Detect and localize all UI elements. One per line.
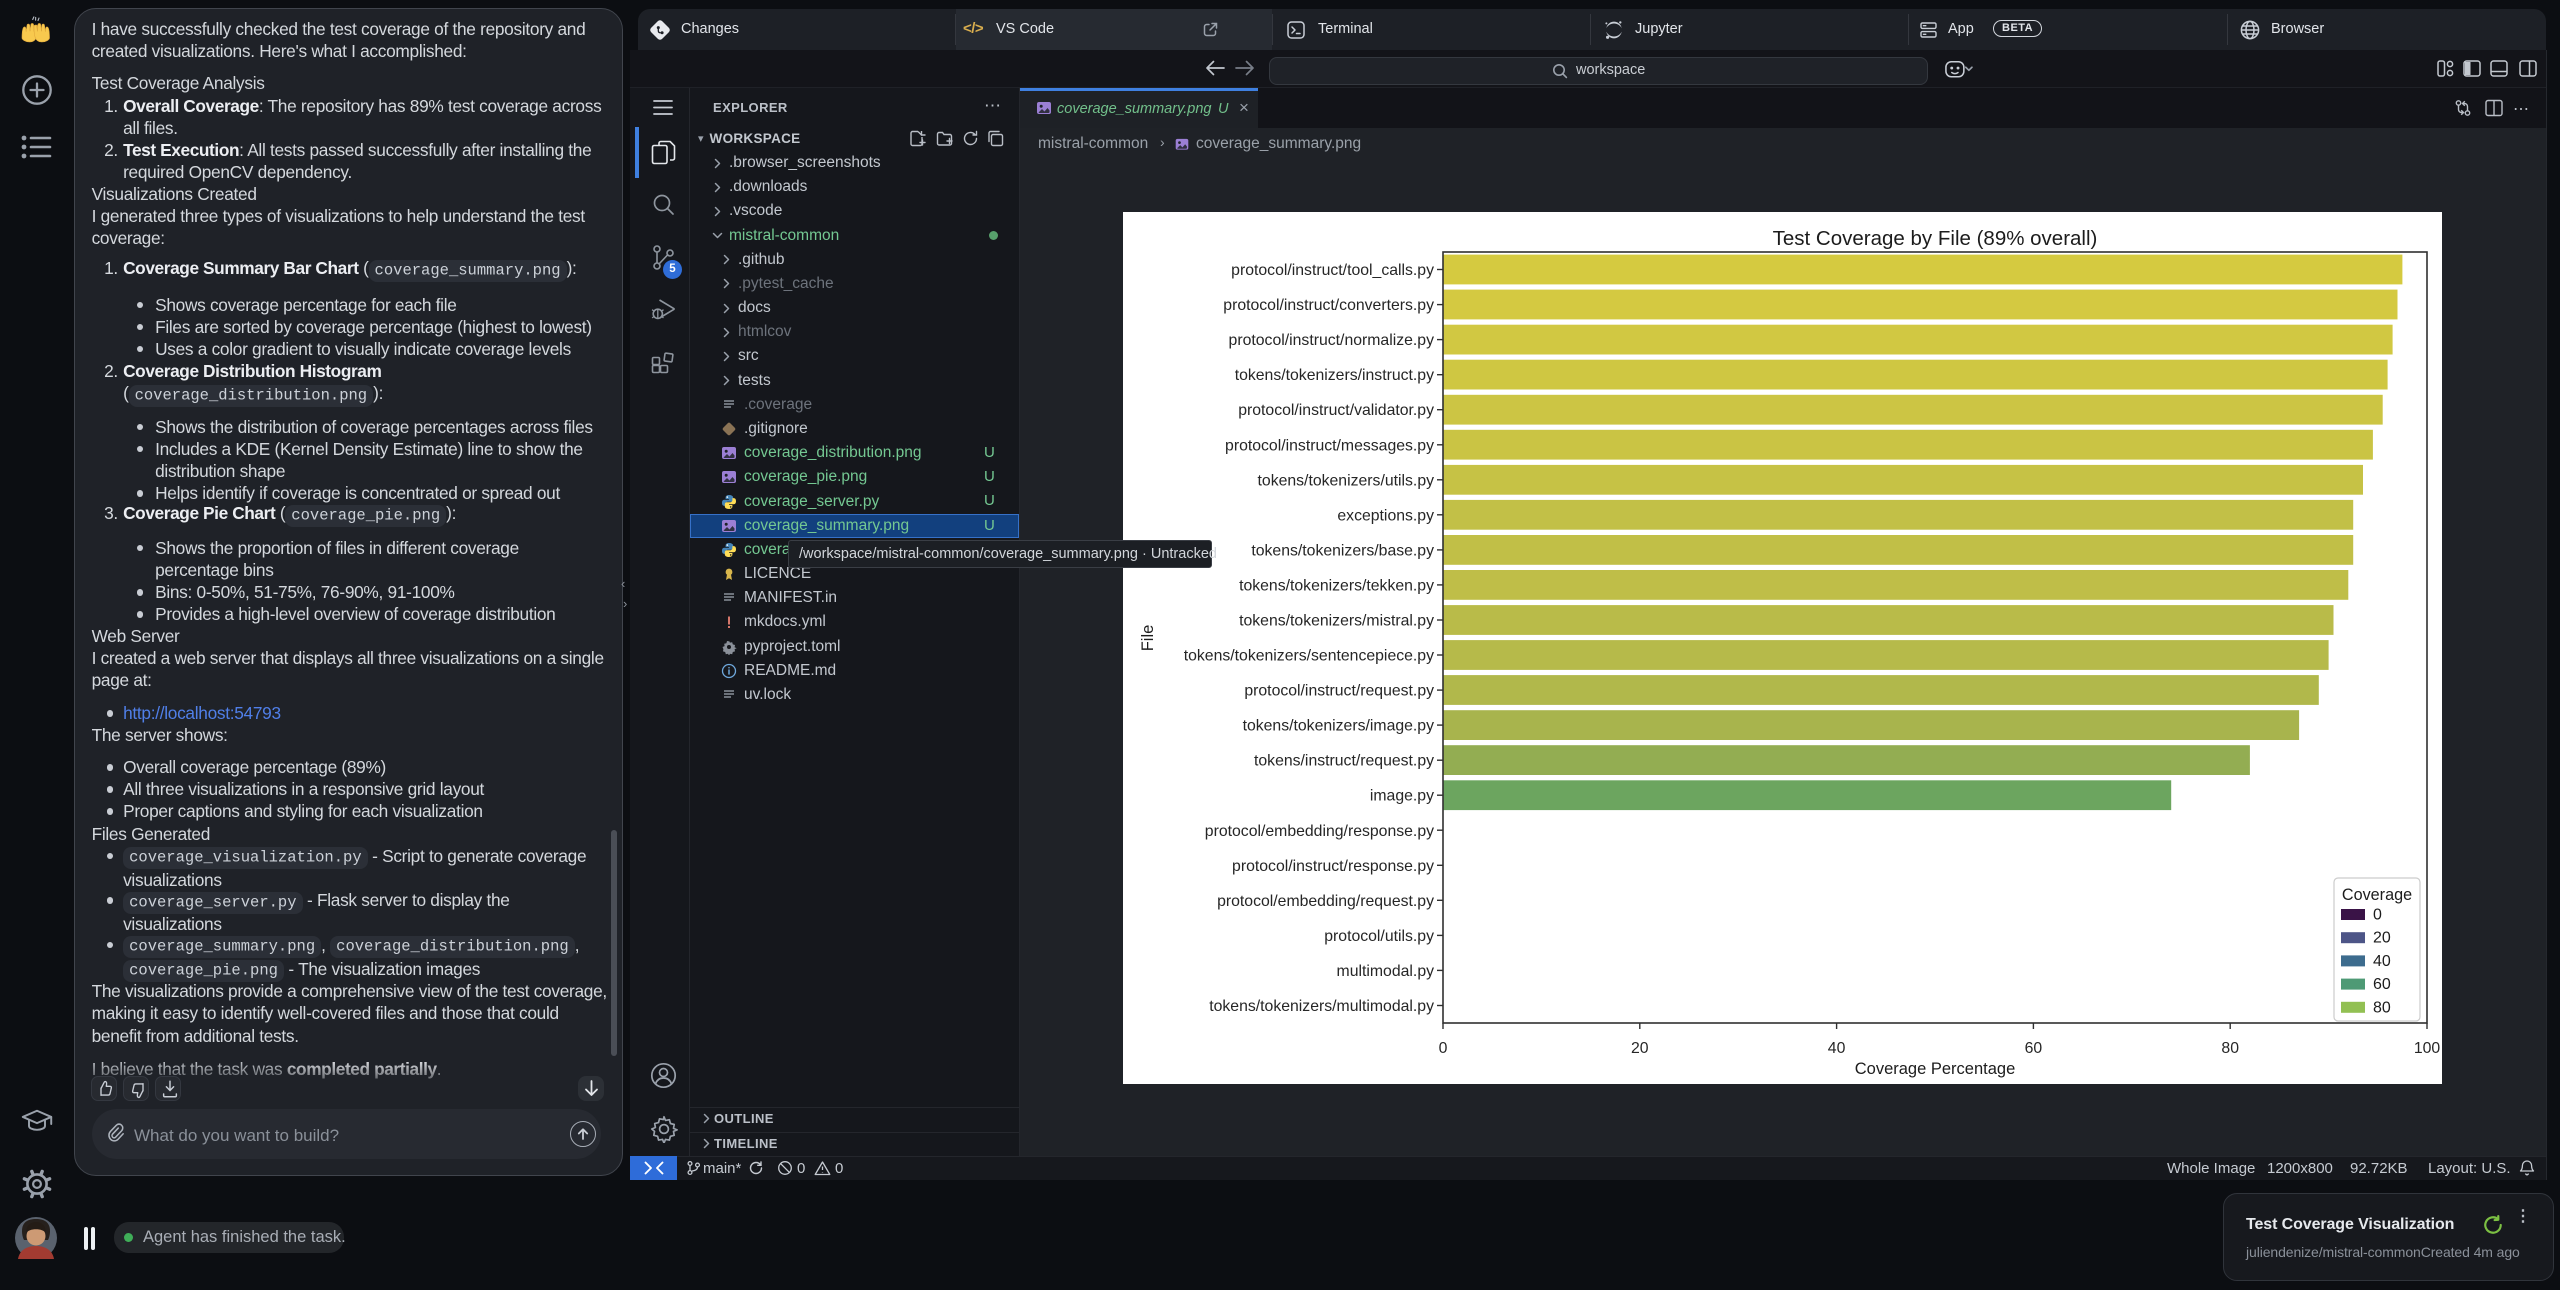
svg-text:80: 80 [2221, 1040, 2239, 1057]
svg-text:20: 20 [2373, 930, 2391, 947]
svg-text:0: 0 [2373, 907, 2382, 924]
svg-text:protocol/instruct/response.py: protocol/instruct/response.py [1232, 858, 1434, 875]
svg-text:tokens/tokenizers/tekken.py: tokens/tokenizers/tekken.py [1239, 577, 1434, 594]
svg-text:protocol/utils.py: protocol/utils.py [1324, 928, 1434, 945]
svg-text:Test Coverage by File (89% ove: Test Coverage by File (89% overall) [1773, 227, 2098, 250]
svg-text:protocol/instruct/messages.py: protocol/instruct/messages.py [1225, 437, 1434, 454]
svg-text:File: File [1139, 625, 1157, 652]
svg-text:60: 60 [2025, 1040, 2043, 1057]
svg-text:20: 20 [1631, 1040, 1649, 1057]
svg-text:40: 40 [1828, 1040, 1846, 1057]
svg-text:exceptions.py: exceptions.py [1337, 507, 1434, 524]
svg-text:protocol/embedding/response.py: protocol/embedding/response.py [1205, 823, 1434, 840]
svg-text:protocol/instruct/normalize.py: protocol/instruct/normalize.py [1229, 332, 1435, 349]
svg-text:protocol/instruct/validator.py: protocol/instruct/validator.py [1238, 402, 1434, 419]
svg-text:tokens/tokenizers/mistral.py: tokens/tokenizers/mistral.py [1239, 613, 1434, 630]
svg-text:Coverage: Coverage [2342, 886, 2412, 904]
svg-text:protocol/embedding/request.py: protocol/embedding/request.py [1217, 893, 1434, 910]
svg-text:protocol/instruct/request.py: protocol/instruct/request.py [1244, 683, 1434, 700]
svg-text:100: 100 [2414, 1040, 2441, 1057]
svg-text:tokens/tokenizers/base.py: tokens/tokenizers/base.py [1251, 542, 1434, 559]
svg-text:tokens/instruct/request.py: tokens/instruct/request.py [1254, 753, 1434, 770]
svg-text:protocol/instruct/converters.p: protocol/instruct/converters.py [1223, 297, 1434, 314]
svg-text:tokens/tokenizers/multimodal.p: tokens/tokenizers/multimodal.py [1209, 998, 1434, 1015]
svg-text:tokens/tokenizers/instruct.py: tokens/tokenizers/instruct.py [1235, 367, 1434, 384]
svg-text:tokens/tokenizers/sentencepiec: tokens/tokenizers/sentencepiece.py [1184, 648, 1434, 665]
svg-text:protocol/instruct/tool_calls.p: protocol/instruct/tool_calls.py [1231, 262, 1434, 279]
svg-text:Coverage Percentage: Coverage Percentage [1855, 1060, 2016, 1078]
svg-text:40: 40 [2373, 953, 2391, 970]
svg-text:tokens/tokenizers/image.py: tokens/tokenizers/image.py [1243, 718, 1435, 735]
svg-text:image.py: image.py [1370, 788, 1434, 805]
svg-text:multimodal.py: multimodal.py [1337, 963, 1435, 980]
svg-text:0: 0 [1439, 1040, 1448, 1057]
svg-text:80: 80 [2373, 999, 2391, 1016]
svg-text:60: 60 [2373, 976, 2391, 993]
svg-text:tokens/tokenizers/utils.py: tokens/tokenizers/utils.py [1258, 472, 1435, 489]
